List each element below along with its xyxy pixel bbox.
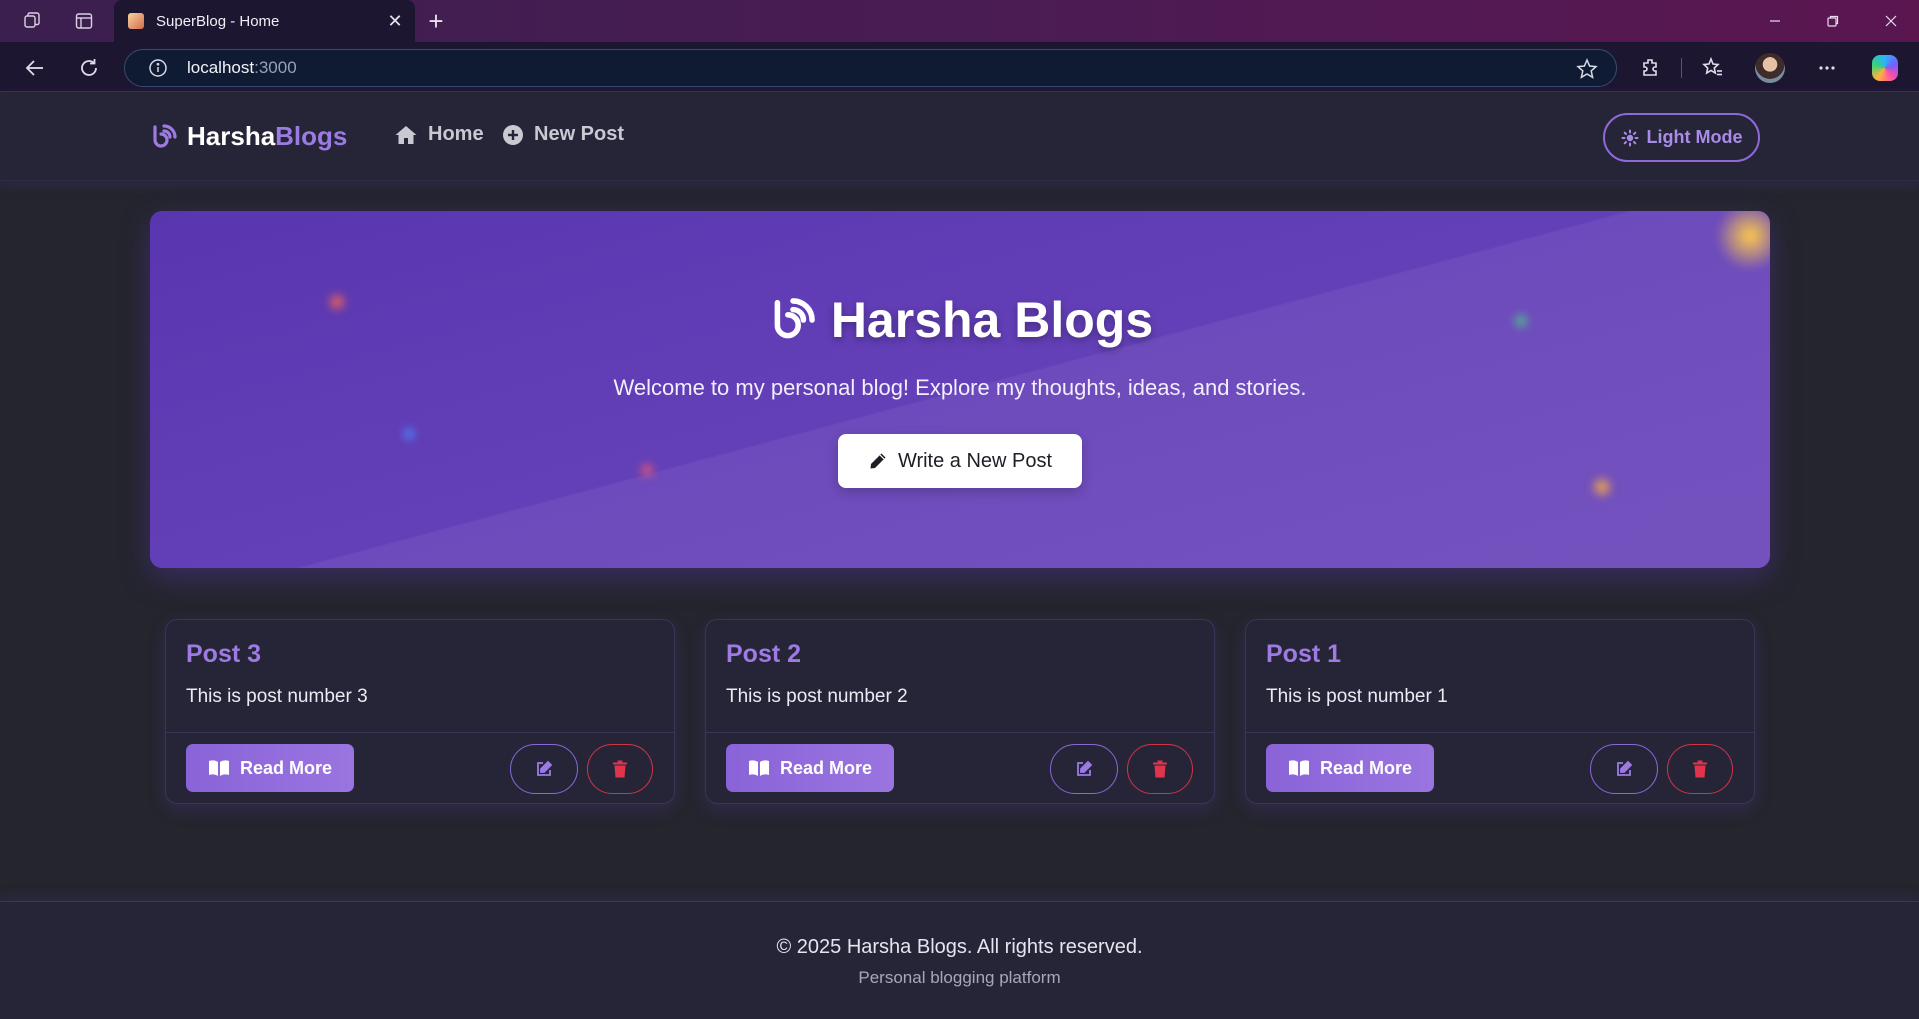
post-card: Post 3 This is post number 3 Read More <box>165 619 675 804</box>
decorative-orb <box>400 425 418 443</box>
card-divider <box>706 732 1214 733</box>
card-divider <box>166 732 674 733</box>
brand-name-first: Harsha <box>187 121 276 151</box>
site-brand[interactable]: Harsha Blogs <box>149 121 347 152</box>
workspaces-icon[interactable] <box>20 9 44 33</box>
light-mode-label: Light Mode <box>1646 127 1743 147</box>
book-icon <box>748 760 769 776</box>
back-icon[interactable] <box>18 51 52 85</box>
site-navbar: Harsha Blogs Home New Post Light Mode <box>0 93 1919 181</box>
hero-subtitle: Welcome to my personal blog! Explore my … <box>613 375 1307 400</box>
light-mode-toggle-button[interactable]: Light Mode <box>1603 113 1760 162</box>
site-info-icon[interactable] <box>147 57 169 79</box>
blog-icon <box>149 122 179 152</box>
nav-home-link[interactable]: Home <box>394 123 484 146</box>
url-host: localhost <box>187 58 255 77</box>
active-tab[interactable]: SuperBlog - Home ✕ <box>114 0 415 42</box>
read-more-button[interactable]: Read More <box>186 744 354 792</box>
write-new-post-label: Write a New Post <box>897 449 1053 472</box>
hero-title: Harsha Blogs <box>150 291 1770 349</box>
page: Harsha Blogs Home New Post Light Mode Har… <box>0 93 1919 1019</box>
edit-icon <box>1617 760 1633 776</box>
decorative-orb <box>638 461 656 479</box>
post-excerpt: This is post number 2 <box>726 686 908 707</box>
book-icon <box>1288 760 1309 776</box>
trash-icon <box>1693 760 1707 778</box>
tab-title: SuperBlog - Home <box>156 12 280 30</box>
delete-post-button[interactable] <box>1667 744 1733 794</box>
decorative-orb <box>1590 475 1614 499</box>
edit-post-button[interactable] <box>1050 744 1118 794</box>
hero-banner: Harsha Blogs Welcome to my personal blog… <box>150 211 1770 568</box>
site-footer: © 2025 Harsha Blogs. All rights reserved… <box>0 901 1919 1019</box>
card-divider <box>1246 732 1754 733</box>
extensions-icon[interactable] <box>1634 51 1668 85</box>
favorites-icon[interactable] <box>1696 51 1730 85</box>
footer-tagline: Personal blogging platform <box>858 968 1061 987</box>
brand-name-second: Blogs <box>275 121 348 151</box>
sun-icon <box>1621 129 1638 146</box>
reload-icon[interactable] <box>72 51 106 85</box>
browser-tab-bar: SuperBlog - Home ✕ + <box>0 0 1919 42</box>
edit-post-button[interactable] <box>1590 744 1658 794</box>
edit-icon <box>537 760 553 776</box>
restore-icon[interactable] <box>1805 0 1861 42</box>
edit-post-button[interactable] <box>510 744 578 794</box>
tab-favicon-icon <box>128 13 144 29</box>
close-window-icon[interactable] <box>1863 0 1919 42</box>
address-bar[interactable]: localhost:3000 <box>124 49 1617 87</box>
footer-copyright: © 2025 Harsha Blogs. All rights reserved… <box>776 936 1143 958</box>
plus-circle-icon <box>503 124 523 145</box>
delete-post-button[interactable] <box>1127 744 1193 794</box>
new-tab-icon[interactable]: + <box>420 6 452 36</box>
nav-home-label: Home <box>428 123 484 145</box>
blog-icon <box>774 298 815 339</box>
trash-icon <box>1153 760 1167 778</box>
post-card: Post 2 This is post number 2 Read More <box>705 619 1215 804</box>
trash-icon <box>613 760 627 778</box>
delete-post-button[interactable] <box>587 744 653 794</box>
close-tab-icon[interactable]: ✕ <box>381 7 409 35</box>
favorite-star-icon[interactable] <box>1576 58 1598 80</box>
hero-title-text: Harsha Blogs <box>830 292 1154 348</box>
more-options-icon[interactable] <box>1810 51 1844 85</box>
home-icon <box>395 125 417 144</box>
post-excerpt: This is post number 1 <box>1266 686 1448 707</box>
post-title[interactable]: Post 1 <box>1266 640 1341 669</box>
post-excerpt: This is post number 3 <box>186 686 368 707</box>
minimize-icon[interactable] <box>1747 0 1803 42</box>
nav-new-post-label: New Post <box>534 123 625 145</box>
post-card: Post 1 This is post number 1 Read More <box>1245 619 1755 804</box>
pencil-icon <box>870 453 886 469</box>
read-more-label: Read More <box>779 757 873 778</box>
edit-icon <box>1077 760 1093 776</box>
nav-new-post-link[interactable]: New Post <box>502 123 624 146</box>
profile-avatar[interactable] <box>1753 51 1787 85</box>
write-new-post-button[interactable]: Write a New Post <box>838 434 1082 488</box>
tab-actions-icon[interactable] <box>72 9 96 33</box>
copilot-logo <box>1872 55 1898 81</box>
url-port: :3000 <box>254 58 297 77</box>
post-title[interactable]: Post 2 <box>726 640 801 669</box>
post-title[interactable]: Post 3 <box>186 640 261 669</box>
browser-toolbar: localhost:3000 <box>0 42 1919 92</box>
read-more-label: Read More <box>239 757 333 778</box>
toolbar-divider <box>1681 58 1682 78</box>
copilot-icon[interactable] <box>1868 51 1902 85</box>
read-more-button[interactable]: Read More <box>726 744 894 792</box>
read-more-button[interactable]: Read More <box>1266 744 1434 792</box>
read-more-label: Read More <box>1319 757 1413 778</box>
book-icon <box>208 760 229 776</box>
avatar <box>1755 53 1785 83</box>
